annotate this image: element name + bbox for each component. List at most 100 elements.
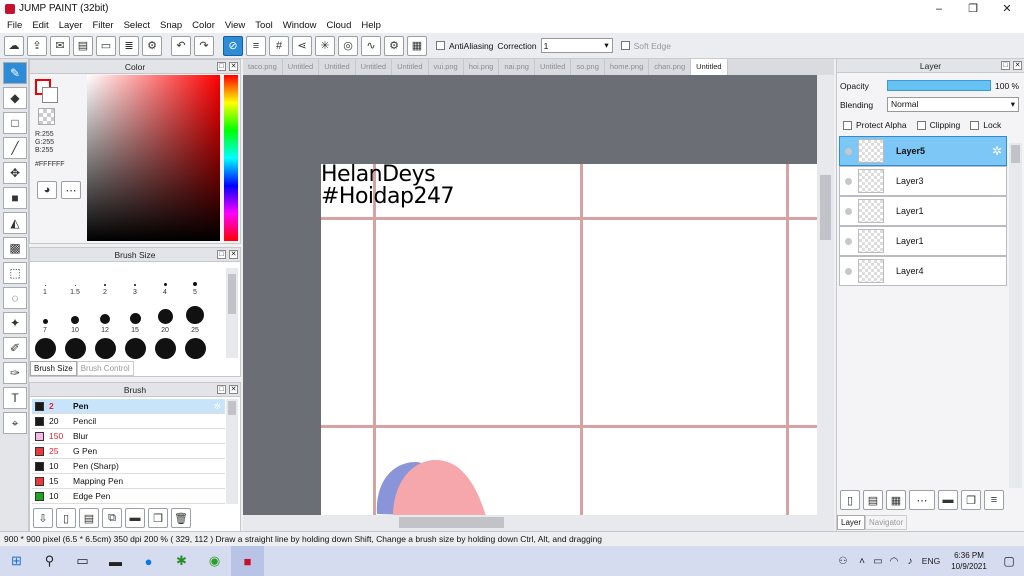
canvas-vertical-scrollbar[interactable] <box>817 75 834 520</box>
menu-select[interactable]: Select <box>119 20 155 31</box>
float-icon[interactable]: □ <box>217 62 226 71</box>
clock[interactable]: 6:36 PM 10/9/2021 <box>944 550 994 572</box>
windows-start-icon[interactable]: ⊞ <box>0 546 33 576</box>
shape-tool-icon[interactable]: □ <box>3 112 27 134</box>
layer-menu-icon[interactable]: ⋯ <box>909 490 935 510</box>
tab-untitled[interactable]: Untitled <box>392 59 429 75</box>
snap-off-icon[interactable]: ⊘ <box>223 35 243 56</box>
document-canvas[interactable]: HelanDeys #Hoidap247 <box>321 164 817 516</box>
gear-icon[interactable]: ✲ <box>992 144 1002 158</box>
duplicate-layer-icon[interactable]: ❐ <box>961 490 981 510</box>
new-text-layer-icon[interactable]: ▤ <box>863 490 883 510</box>
export-icon[interactable]: ⇪ <box>27 35 47 56</box>
tab-home[interactable]: home.png <box>605 59 650 75</box>
brush-size-3[interactable]: 3 <box>120 268 150 296</box>
close-icon[interactable]: ✕ <box>1013 61 1022 70</box>
brush-size-10[interactable]: 10 <box>60 306 90 334</box>
folder-icon[interactable]: ▬ <box>125 508 145 528</box>
brush-size-12[interactable]: 12 <box>90 306 120 334</box>
tab-vui[interactable]: vui.png <box>429 59 464 75</box>
layer-row-layer1[interactable]: Layer1 <box>839 226 1007 256</box>
close-icon[interactable]: ✕ <box>229 62 238 71</box>
brush-size-large[interactable] <box>90 333 120 359</box>
new-brush-icon[interactable]: ▯ <box>56 508 76 528</box>
opacity-slider[interactable] <box>887 80 991 91</box>
gradient-tool-icon[interactable]: ▩ <box>3 237 27 259</box>
brush-item-blur[interactable]: 150 Blur <box>32 429 225 444</box>
cloud-download-icon[interactable]: ⇩ <box>33 508 53 528</box>
brush-size-7[interactable]: 7 <box>30 306 60 334</box>
browser-icon[interactable]: ✱ <box>165 546 198 576</box>
brush-size-1[interactable]: 1 <box>30 268 60 296</box>
brush-item-g-pen[interactable]: 25 G Pen <box>32 444 225 459</box>
tab-chan[interactable]: chan.png <box>649 59 692 75</box>
tab-brush-control[interactable]: Brush Control <box>76 361 134 376</box>
move-tool-icon[interactable]: ✥ <box>3 162 27 184</box>
tab-untitled-active[interactable]: Untitled <box>691 59 728 75</box>
brush-size-large[interactable] <box>180 333 210 359</box>
notification-icon[interactable]: ▢ <box>994 546 1024 576</box>
menu-layer[interactable]: Layer <box>54 20 88 31</box>
comment-icon[interactable]: ✉ <box>50 35 70 56</box>
brush-tool-icon[interactable]: ✎ <box>3 62 27 84</box>
tab-untitled[interactable]: Untitled <box>356 59 393 75</box>
document-icon[interactable]: ≣ <box>119 35 139 56</box>
battery-icon[interactable]: ▭ <box>870 546 886 576</box>
task-view-icon[interactable]: ▭ <box>66 546 99 576</box>
brush-menu-icon[interactable]: ▤ <box>79 508 99 528</box>
snap-curve-icon[interactable]: ∿ <box>361 35 381 56</box>
float-icon[interactable]: □ <box>217 385 226 394</box>
wifi-icon[interactable]: ◠ <box>886 546 902 576</box>
brush-size-4[interactable]: 4 <box>150 268 180 296</box>
tab-navigator[interactable]: Navigator <box>865 515 908 530</box>
softedge-checkbox[interactable] <box>620 41 630 50</box>
background-color-swatch[interactable] <box>42 87 58 103</box>
saturation-value-picker[interactable] <box>87 75 220 241</box>
brush-size-scrollbar[interactable] <box>226 268 238 358</box>
menu-help[interactable]: Help <box>356 20 386 31</box>
people-icon[interactable]: ⚇ <box>832 546 854 576</box>
brush-size-large[interactable] <box>30 333 60 359</box>
brush-size-20[interactable]: 20 <box>150 306 180 334</box>
settings-icon[interactable]: ⚙ <box>142 35 162 56</box>
menu-window[interactable]: Window <box>278 20 322 31</box>
brush-item-edge-pen[interactable]: 10 Edge Pen <box>32 489 225 504</box>
brush-size-25[interactable]: 25 <box>180 306 210 334</box>
search-icon[interactable]: ⚲ <box>33 546 66 576</box>
brush-list-scrollbar[interactable] <box>226 399 238 504</box>
lock-checkbox[interactable] <box>970 120 980 130</box>
menu-tool[interactable]: Tool <box>250 20 277 31</box>
visibility-icon[interactable] <box>845 177 852 185</box>
copy-brush-icon[interactable]: ⧉ <box>102 508 122 528</box>
comic-icon[interactable]: ▤ <box>73 35 93 56</box>
float-icon[interactable]: □ <box>217 250 226 259</box>
visibility-icon[interactable] <box>845 207 852 215</box>
tab-so[interactable]: so.png <box>571 59 605 75</box>
eyedropper-icon[interactable]: ⋯ <box>61 181 81 199</box>
snap-perspective-icon[interactable]: ⋖ <box>292 35 312 56</box>
tab-taco[interactable]: taco.png <box>243 59 283 75</box>
new-layer-icon[interactable]: ▯ <box>840 490 860 510</box>
snap-circle-icon[interactable]: ◎ <box>338 35 358 56</box>
brush-size-large[interactable] <box>120 333 150 359</box>
new-comic-layer-icon[interactable]: ▦ <box>886 490 906 510</box>
close-icon[interactable]: ✕ <box>229 385 238 394</box>
select-eraser-tool-icon[interactable]: ✑ <box>3 362 27 384</box>
brush-size-5[interactable]: 5 <box>180 268 210 296</box>
visibility-icon[interactable] <box>845 237 852 245</box>
tab-untitled[interactable]: Untitled <box>283 59 320 75</box>
minimize-button[interactable]: – <box>922 3 956 15</box>
brush-item-pencil[interactable]: 20 Pencil <box>32 414 225 429</box>
transparent-color-swatch[interactable] <box>38 108 55 125</box>
gear-icon[interactable]: ✲ <box>214 401 221 412</box>
fill-rect-tool-icon[interactable]: ■ <box>3 187 27 209</box>
correction-select[interactable]: 1 ▾ <box>540 38 613 53</box>
file-explorer-icon[interactable]: ▬ <box>99 546 132 576</box>
close-button[interactable]: ✕ <box>990 2 1024 15</box>
brush-item-pen[interactable]: 2 Pen ✲ <box>32 399 225 414</box>
menu-cloud[interactable]: Cloud <box>322 20 357 31</box>
redo-icon[interactable]: ↷ <box>194 35 214 56</box>
coccoc-icon[interactable]: ◉ <box>198 546 231 576</box>
layer-list-scrollbar[interactable] <box>1009 143 1022 488</box>
tab-layer[interactable]: Layer <box>837 515 866 530</box>
